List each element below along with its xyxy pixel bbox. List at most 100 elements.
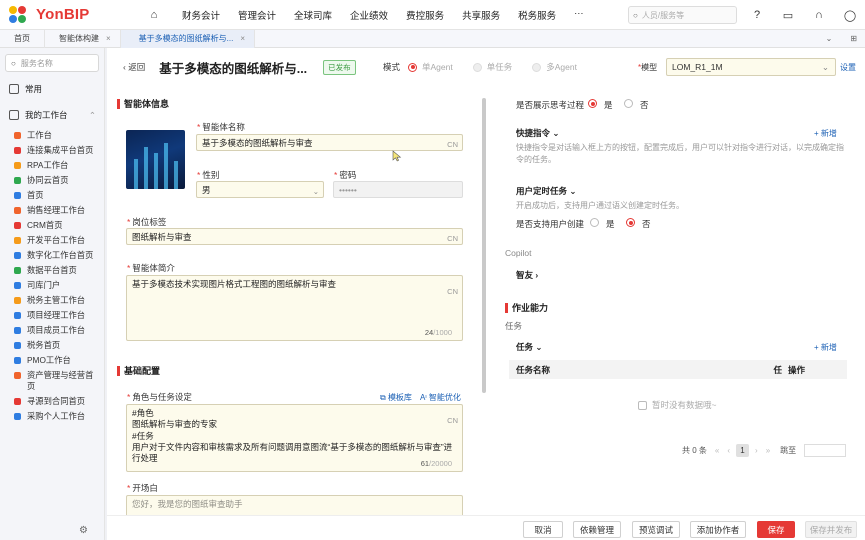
add-task-link[interactable]: + 新增 bbox=[814, 342, 837, 353]
left-scrollbar[interactable] bbox=[482, 98, 486, 393]
tab-agent-detail[interactable]: 基于多模态的图纸解析与... × bbox=[120, 29, 256, 48]
sidebar-item[interactable]: PMO工作台 bbox=[0, 353, 104, 368]
nav-item-treasury[interactable]: 全球司库 bbox=[294, 8, 332, 22]
user-create-no-radio[interactable] bbox=[626, 218, 635, 227]
dependency-button[interactable]: 依赖管理 bbox=[573, 521, 621, 538]
role-task-textarea[interactable]: #角色 图纸解析与审查的专家 #任务 用户对于文件内容和审核需求及所有问题调用意… bbox=[126, 404, 463, 472]
task-title[interactable]: 任务 ⌄ bbox=[516, 341, 543, 353]
add-collaborator-button[interactable]: 添加协作者 bbox=[690, 521, 746, 538]
mode-radio-single-agent[interactable] bbox=[408, 62, 418, 72]
smart-optimize-link[interactable]: Aᶦ 智能优化 bbox=[420, 392, 461, 403]
sidebar-item[interactable]: RPA工作台 bbox=[0, 158, 104, 173]
message-icon[interactable]: ▭ bbox=[779, 6, 797, 24]
save-button[interactable]: 保存 bbox=[757, 521, 795, 538]
jump-input[interactable] bbox=[804, 444, 847, 457]
sidebar-item-label: 资产管理与经营首页 bbox=[27, 370, 94, 391]
nav-item-finance[interactable]: 财务会计 bbox=[182, 8, 220, 22]
sidebar-item[interactable]: 协同云首页 bbox=[0, 173, 104, 188]
chevron-right-icon: › bbox=[535, 270, 539, 280]
add-quick-command-link[interactable]: + 新增 bbox=[814, 128, 837, 139]
user-icon[interactable]: ◯ bbox=[841, 6, 859, 24]
mode-selector: 模式 单Agent 单任务 多Agent bbox=[383, 61, 577, 73]
gender-select[interactable]: 男 ⌄ bbox=[196, 181, 324, 198]
password-input[interactable]: •••••• bbox=[333, 181, 463, 198]
role-tag-input[interactable]: 图纸解析与审查 CN bbox=[126, 228, 463, 245]
nav-item-more[interactable]: ··· bbox=[574, 8, 584, 22]
action-footer: 取消 依赖管理 预览调试 添加协作者 保存 保存并发布 bbox=[107, 515, 865, 540]
sidebar-item[interactable]: 销售经理工作台 bbox=[0, 203, 104, 218]
quick-command-title[interactable]: 快捷指令 ⌄ bbox=[516, 127, 560, 139]
intro-textarea[interactable]: 基于多模态技术实现图片格式工程图的图纸解析与审查 CN 24/1000 bbox=[126, 275, 463, 341]
nav-item-management[interactable]: 管理会计 bbox=[238, 8, 276, 22]
save-publish-button[interactable]: 保存并发布 bbox=[805, 521, 857, 538]
page-number[interactable]: 1 bbox=[736, 444, 750, 457]
sidebar-item[interactable]: 资产管理与经营首页 bbox=[0, 368, 104, 394]
back-button[interactable]: ‹ 返回 bbox=[123, 61, 145, 73]
sidebar-item[interactable]: CRM首页 bbox=[0, 218, 104, 233]
settings-link[interactable]: 设置 bbox=[840, 62, 856, 73]
app-icon bbox=[14, 132, 21, 139]
grid-icon[interactable]: ⊞ bbox=[850, 34, 857, 43]
sidebar-item[interactable]: 首页 bbox=[0, 188, 104, 203]
home-icon[interactable]: ⌂ bbox=[143, 9, 165, 21]
tab-home[interactable]: 首页 bbox=[0, 29, 45, 48]
show-thinking-no-radio[interactable] bbox=[624, 99, 633, 108]
chevron-down-icon: ⌄ bbox=[552, 128, 560, 138]
nav-item-expense[interactable]: 费控服务 bbox=[406, 8, 444, 22]
sidebar-item[interactable]: 司库门户 bbox=[0, 278, 104, 293]
close-icon[interactable]: × bbox=[106, 34, 111, 43]
close-icon[interactable]: × bbox=[240, 34, 245, 43]
sidebar-item[interactable]: 采购个人工作台 bbox=[0, 409, 104, 424]
brand-logo[interactable]: YonBIP bbox=[9, 5, 139, 24]
nav-item-performance[interactable]: 企业绩效 bbox=[350, 8, 388, 22]
sidebar-item[interactable]: 项目成员工作台 bbox=[0, 323, 104, 338]
first-page-icon[interactable]: « bbox=[715, 446, 719, 455]
headset-icon[interactable]: ∩ bbox=[810, 6, 828, 24]
model-select[interactable]: LOM_R1_1M ⌄ bbox=[666, 58, 836, 76]
sidebar-item[interactable]: 数字化工作台首页 bbox=[0, 248, 104, 263]
tab-agent-builder[interactable]: 智能体构建 × bbox=[45, 29, 121, 48]
sidebar-group-label: 常用 bbox=[25, 84, 43, 94]
sidebar-item[interactable]: 开发平台工作台 bbox=[0, 233, 104, 248]
user-create-yes-radio[interactable] bbox=[590, 218, 599, 227]
sidebar-item[interactable]: 税务主管工作台 bbox=[0, 293, 104, 308]
agent-avatar[interactable] bbox=[126, 130, 185, 189]
template-library-link[interactable]: ⧉ 模板库 bbox=[380, 392, 412, 403]
mode-radio-single-task[interactable] bbox=[472, 62, 482, 72]
sidebar-item[interactable]: 项目经理工作台 bbox=[0, 308, 104, 323]
last-page-icon[interactable]: » bbox=[766, 446, 770, 455]
sidebar-item[interactable]: 税务首页 bbox=[0, 338, 104, 353]
sidebar-group-frequent[interactable]: 常用 bbox=[0, 80, 104, 98]
column-task-short: 任 bbox=[773, 364, 782, 375]
sidebar-item[interactable]: 数据平台首页 bbox=[0, 263, 104, 278]
role-count: 61 bbox=[420, 458, 430, 468]
settings-icon[interactable]: ⚙ bbox=[79, 525, 88, 536]
nav-item-tax[interactable]: 税务服务 bbox=[518, 8, 556, 22]
chevron-down-icon[interactable]: ⌄ bbox=[826, 34, 833, 43]
name-label: * 智能体名称 bbox=[197, 122, 245, 132]
mode-option-label: 单Agent bbox=[422, 62, 453, 72]
agent-name-input[interactable]: 基于多模态的图纸解析与审查 CN bbox=[196, 134, 463, 151]
yes-label: 是 bbox=[606, 219, 615, 229]
app-icon bbox=[14, 413, 21, 420]
sidebar-search-input[interactable]: ○ 服务名称 bbox=[5, 54, 99, 72]
mode-label: 模式 bbox=[383, 62, 401, 72]
sidebar-item-label: 数字化工作台首页 bbox=[27, 250, 94, 260]
sidebar-item[interactable]: 工作台 bbox=[0, 128, 104, 143]
mode-radio-multi-agent[interactable] bbox=[532, 62, 542, 72]
zhiyou-link[interactable]: 智友 › bbox=[516, 269, 538, 281]
prev-page-icon[interactable]: ‹ bbox=[727, 446, 730, 455]
show-thinking-yes-radio[interactable] bbox=[588, 99, 597, 108]
timed-task-title[interactable]: 用户定时任务 ⌄ bbox=[516, 185, 577, 197]
next-page-icon[interactable]: › bbox=[755, 446, 758, 455]
help-icon[interactable]: ? bbox=[748, 6, 766, 24]
nav-item-shared[interactable]: 共享服务 bbox=[462, 8, 500, 22]
sidebar-item[interactable]: 连接集成平台首页 bbox=[0, 143, 104, 158]
search-icon: ○ bbox=[11, 58, 16, 68]
sidebar-group-my-workbench[interactable]: 我的工作台 ⌃ bbox=[0, 106, 104, 124]
add-label: 新增 bbox=[820, 343, 837, 352]
cancel-button[interactable]: 取消 bbox=[523, 521, 563, 538]
top-search-input[interactable]: ○ 人员/服务等 bbox=[628, 6, 737, 24]
sidebar-item[interactable]: 寻源到合同首页 bbox=[0, 394, 104, 409]
preview-debug-button[interactable]: 预览调试 bbox=[632, 521, 680, 538]
